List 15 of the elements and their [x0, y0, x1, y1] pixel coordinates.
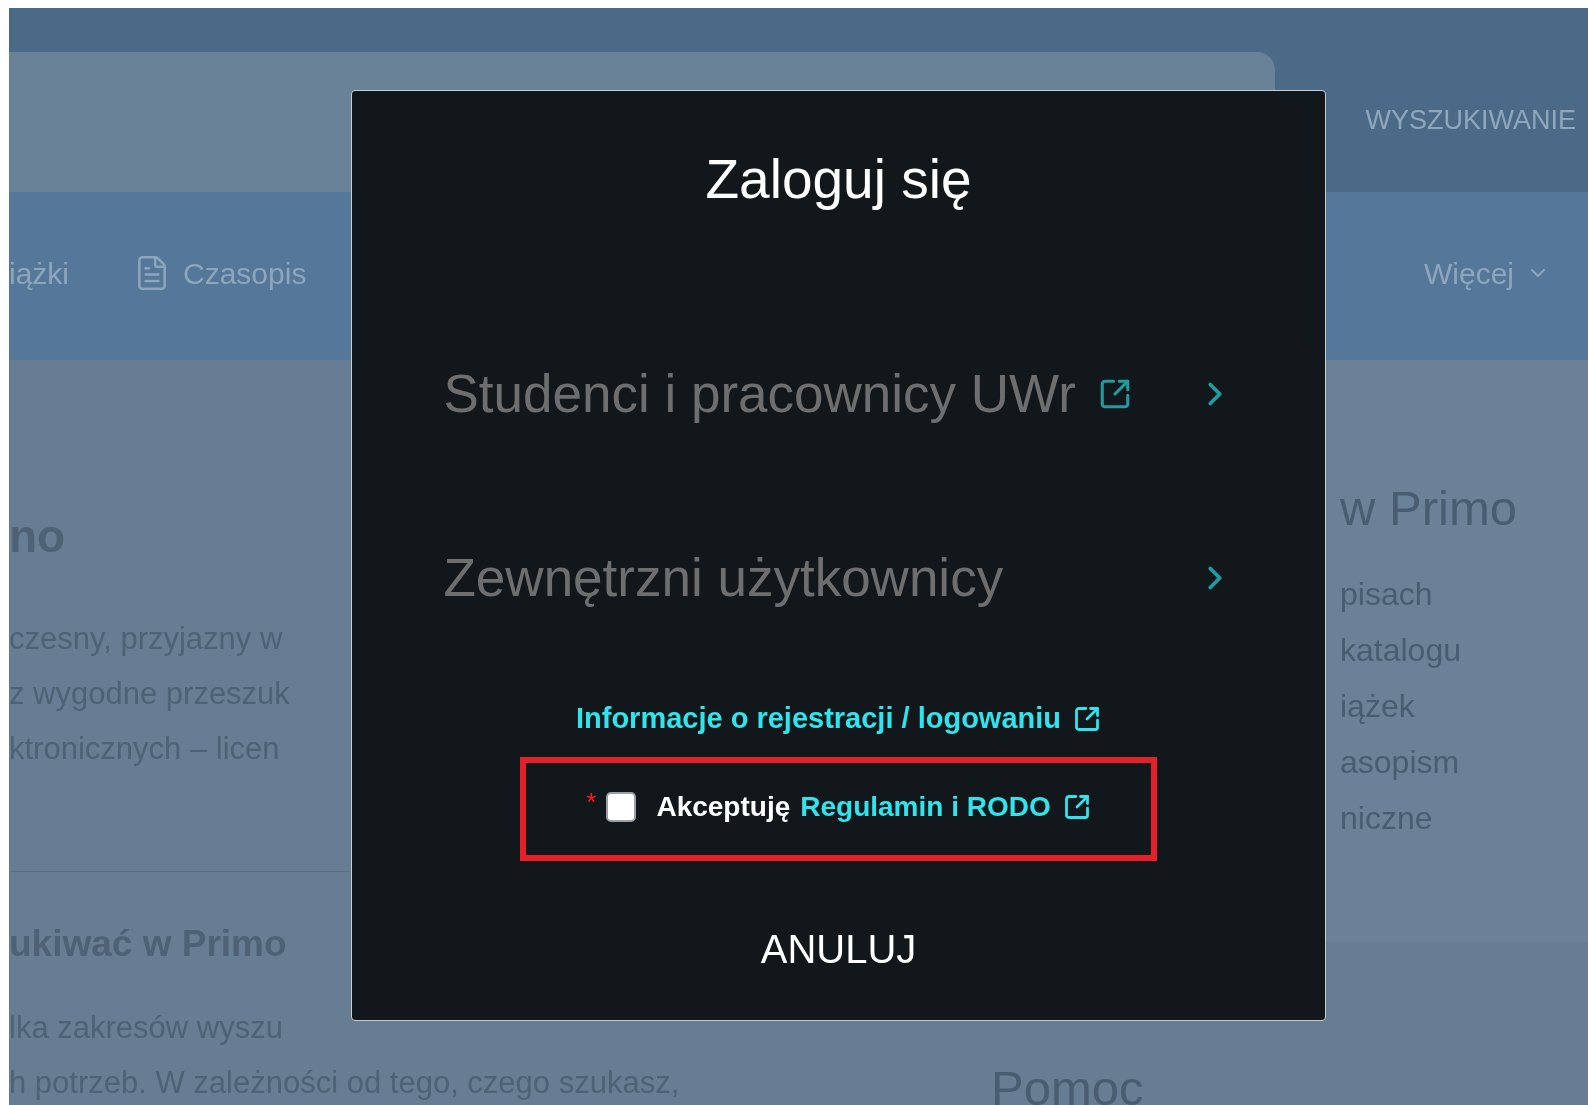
- consent-label: Akceptuję: [656, 789, 791, 824]
- dialog-title: Zaloguj się: [705, 147, 972, 211]
- nav-link[interactable]: WYSZUKIWANIE: [1365, 104, 1576, 136]
- external-link-icon: [1073, 704, 1102, 733]
- required-asterisk: *: [586, 785, 597, 819]
- nav-tab[interactable]: Więcej: [1424, 250, 1550, 296]
- nav-tab[interactable]: iążki: [9, 250, 69, 296]
- nav-tab[interactable]: Czasopis: [133, 250, 307, 296]
- cancel-button[interactable]: ANULUJ: [736, 910, 941, 987]
- info-link[interactable]: Informacje o rejestracji / logowaniu: [575, 697, 1102, 741]
- login-option[interactable]: Zewnętrzni użytkownicy: [443, 547, 1234, 609]
- terms-link[interactable]: Regulamin i RODO: [800, 785, 1091, 828]
- external-link-icon: [1062, 792, 1091, 821]
- consent-checkbox[interactable]: [606, 791, 637, 822]
- login-option[interactable]: Studenci i pracownicy UWr: [443, 363, 1234, 425]
